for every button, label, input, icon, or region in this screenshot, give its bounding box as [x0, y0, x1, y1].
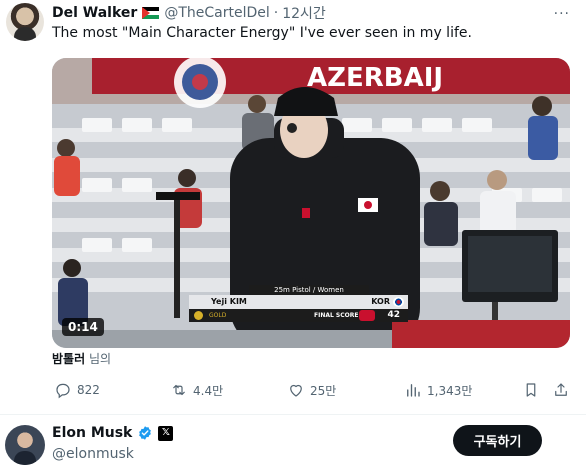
- views-count: 1,343만: [427, 383, 473, 398]
- video-player[interactable]: AZERBAIJ 25m Pistol / Women Yeji KIM KOR…: [52, 58, 570, 348]
- retweet-icon: [173, 384, 185, 396]
- bookmark-icon: [526, 383, 536, 397]
- views-button[interactable]: 1,343만: [404, 381, 472, 399]
- share-icon: [555, 383, 567, 396]
- user-name-row: Elon Musk 𝕏: [52, 425, 174, 441]
- user-name[interactable]: Elon Musk: [52, 425, 132, 441]
- x-affiliation-icon: 𝕏: [158, 425, 174, 441]
- final-score-label: FINAL SCORE: [314, 312, 359, 319]
- author-handle[interactable]: @TheCartelDel: [164, 5, 269, 21]
- user-handle[interactable]: @elonmusk: [52, 446, 134, 462]
- author-avatar[interactable]: [6, 3, 44, 41]
- final-score-value: 42: [387, 310, 400, 320]
- record-badge: [359, 310, 375, 321]
- separator-dot: ·: [273, 5, 279, 21]
- retweet-count: 4.4만: [193, 383, 224, 398]
- verified-badge-icon: [139, 426, 152, 440]
- gold-medal-icon: [194, 311, 203, 320]
- reply-button[interactable]: 822: [54, 381, 100, 399]
- medal-label: GOLD: [209, 312, 227, 319]
- like-count: 25만: [310, 383, 337, 398]
- tweet-actions: 822 4.4만 25만 1,343만: [52, 381, 570, 403]
- reply-icon: [56, 383, 70, 399]
- tweet[interactable]: Del Walker @TheCartelDel · 12시간 ··· The …: [0, 0, 586, 415]
- scoreboard-event: 25m Pistol / Women: [249, 285, 369, 295]
- tweet-text: The most "Main Character Energy" I've ev…: [52, 25, 472, 41]
- banner-text: AZERBAIJ: [307, 63, 443, 93]
- recommended-user[interactable]: Elon Musk 𝕏 @elonmusk 구독하기: [0, 415, 586, 468]
- palestine-flag-icon: [142, 7, 160, 19]
- like-button[interactable]: 25만: [287, 381, 336, 399]
- retweet-button[interactable]: 4.4만: [170, 381, 223, 399]
- attribution-user[interactable]: 밤톨러: [52, 352, 85, 366]
- tweet-header: Del Walker @TheCartelDel · 12시간: [52, 3, 326, 23]
- more-options-icon[interactable]: ···: [554, 6, 570, 22]
- attribution-suffix: 님의: [88, 352, 112, 366]
- views-chart-icon: [407, 384, 420, 397]
- heart-icon: [290, 384, 302, 397]
- scoreboard-score-row: GOLD FINAL SCORE 42: [189, 309, 408, 322]
- user-avatar[interactable]: [5, 425, 45, 465]
- reply-count: 822: [77, 383, 100, 397]
- follow-button[interactable]: 구독하기: [453, 425, 542, 456]
- korea-flag-icon: [393, 297, 404, 307]
- athlete-name: Yeji KIM: [211, 297, 247, 306]
- video-attribution: 밤톨러 님의: [52, 350, 111, 367]
- author-name[interactable]: Del Walker: [52, 5, 137, 21]
- share-button[interactable]: [552, 381, 570, 399]
- scoreboard-overlay: 25m Pistol / Women Yeji KIM KOR GOLD FIN…: [189, 285, 408, 322]
- bookmark-button[interactable]: [522, 381, 540, 399]
- athlete-country: KOR: [371, 297, 390, 306]
- scoreboard-athlete-row: Yeji KIM KOR: [189, 295, 408, 309]
- video-duration: 0:14: [62, 318, 104, 336]
- tweet-time[interactable]: 12시간: [282, 3, 326, 23]
